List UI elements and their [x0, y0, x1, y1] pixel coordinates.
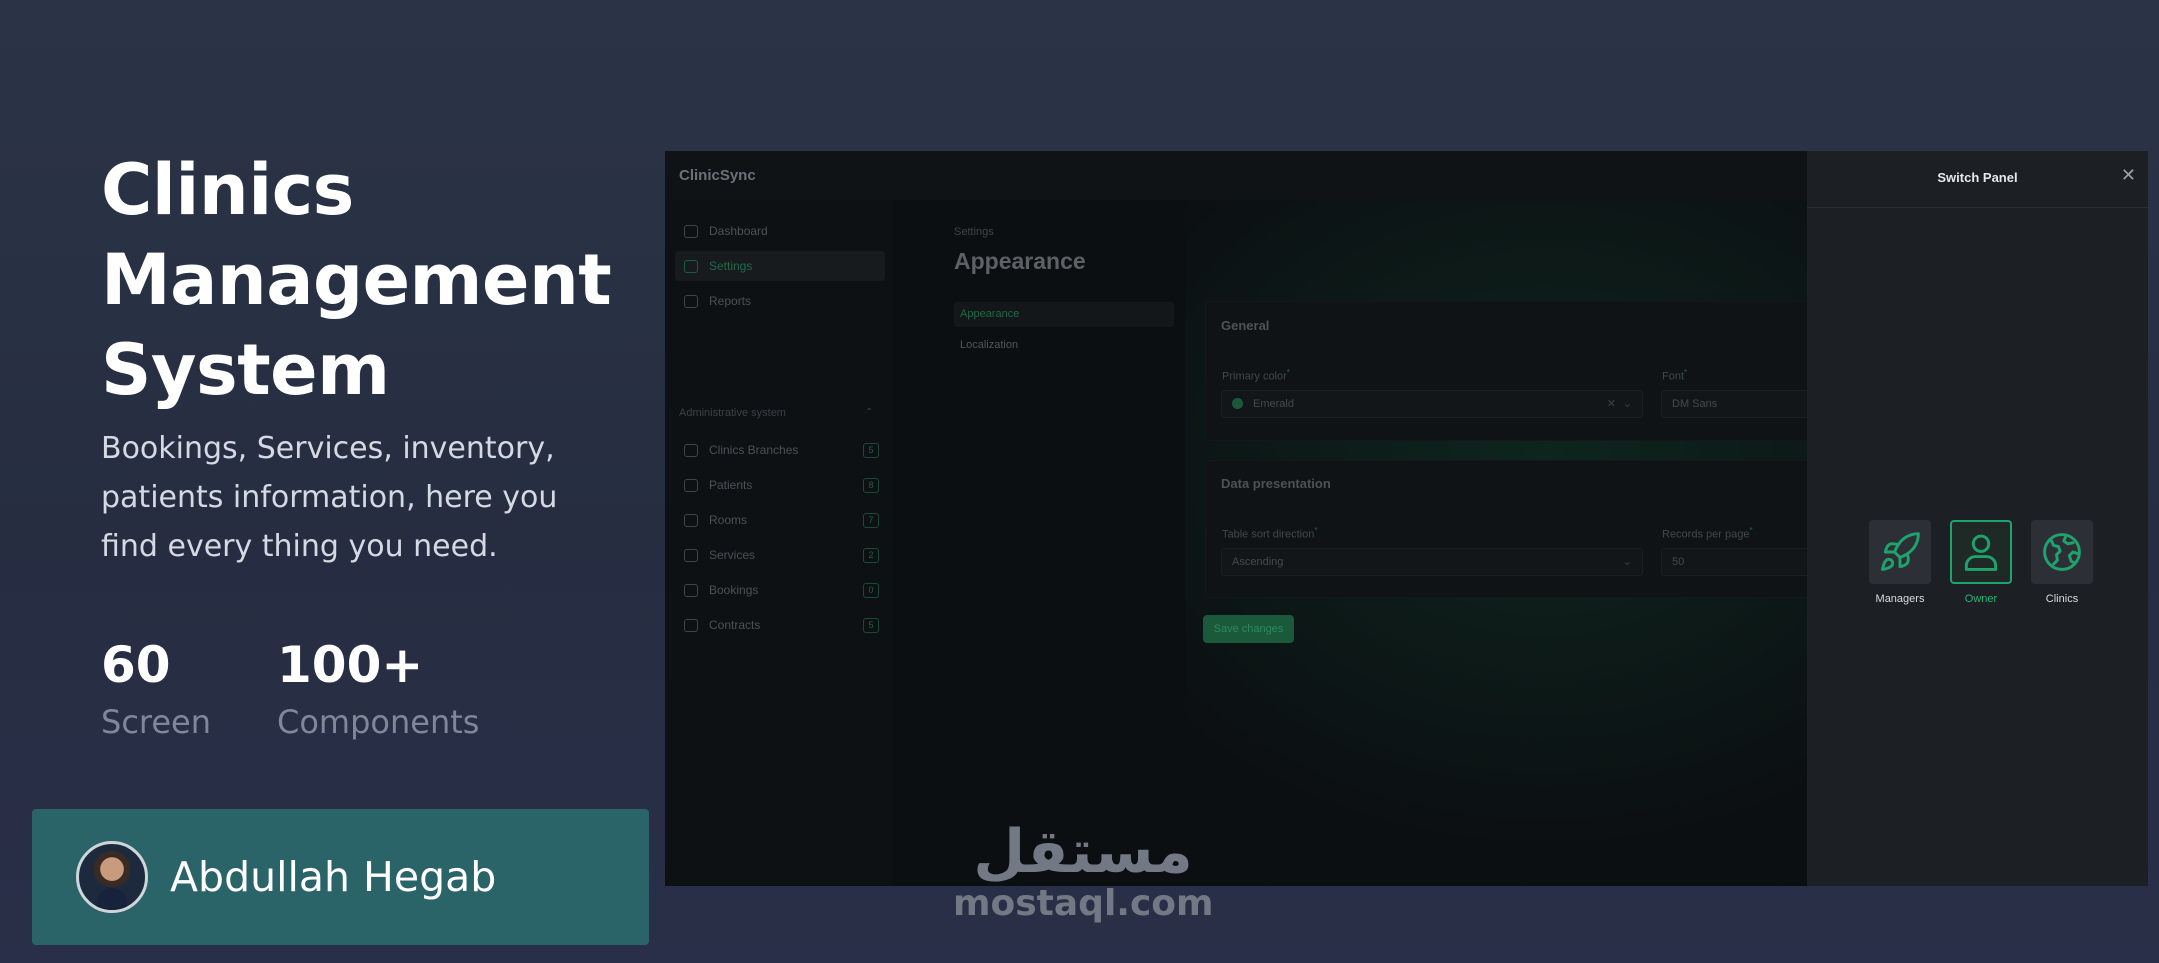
- option-tile[interactable]: [1869, 520, 1931, 584]
- sidebar-item-patients[interactable]: Patients 8: [675, 470, 885, 500]
- primary-color-label: Primary color*: [1222, 368, 1290, 383]
- option-label: Managers: [1875, 593, 1925, 605]
- save-changes-button[interactable]: Save changes: [1203, 615, 1294, 643]
- count-badge: 7: [863, 513, 879, 528]
- panel-option-managers[interactable]: Managers: [1869, 520, 1931, 605]
- sidebar-section-title: Administrative system: [679, 407, 786, 419]
- app-brand: ClinicSync: [679, 167, 756, 184]
- stat-label: Components: [277, 703, 480, 741]
- box-icon: [684, 548, 698, 562]
- user-icon: [1964, 534, 1998, 571]
- building-icon: [684, 443, 698, 457]
- document-icon: [684, 618, 698, 632]
- page-title: Appearance: [954, 248, 1086, 274]
- count-badge: 8: [863, 478, 879, 493]
- sidebar-item-label: Settings: [709, 259, 753, 273]
- data-presentation-card: Data presentation Table sort direction* …: [1205, 460, 1841, 598]
- sidebar-item-bookings[interactable]: Bookings 0: [675, 575, 885, 605]
- sidebar-item-reports[interactable]: Reports: [675, 286, 885, 316]
- stat-value: 100+: [277, 636, 424, 694]
- promo-title-line-1: Clinics: [101, 149, 354, 231]
- count-badge: 5: [863, 443, 879, 458]
- promo-title: Clinics Management System: [101, 145, 661, 415]
- stat-label: Screen: [101, 703, 212, 741]
- sidebar-item-services[interactable]: Services 2: [675, 540, 885, 570]
- watermark-latin: mostaql.com: [953, 883, 1214, 924]
- sidebar-item-label: Services: [709, 548, 756, 562]
- stat-components: 100+ Components: [277, 636, 479, 744]
- door-icon: [684, 513, 698, 527]
- sidebar-item-rooms[interactable]: Rooms 7: [675, 505, 885, 535]
- sidebar-item-contracts[interactable]: Contracts 5: [675, 610, 885, 640]
- sidebar-item-label: Dashboard: [709, 224, 768, 238]
- chevron-down-icon: ⌄: [1622, 398, 1632, 410]
- chevron-up-icon[interactable]: ⌃: [865, 407, 873, 418]
- user-plus-icon: [684, 478, 698, 492]
- count-badge: 2: [863, 548, 879, 563]
- panel-option-clinics[interactable]: Clinics: [2031, 520, 2093, 605]
- chevron-down-icon: ⌄: [1622, 556, 1632, 568]
- globe-icon: [2043, 533, 2081, 571]
- mostaql-watermark: مستقل mostaql.com: [953, 817, 1214, 924]
- watermark-arabic: مستقل: [973, 817, 1193, 887]
- promo-subtitle: Bookings, Services, inventory, patients …: [101, 431, 558, 564]
- font-label: Font*: [1662, 368, 1688, 383]
- general-card: General Primary color* Emerald ✕ ⌄ Font*…: [1205, 301, 1841, 441]
- sort-direction-value: Ascending: [1232, 556, 1284, 568]
- switch-panel: Switch Panel ✕ Managers Owner Clinics: [1807, 151, 2148, 886]
- grid-icon: [684, 259, 698, 273]
- sidebar-item-settings[interactable]: Settings: [675, 251, 885, 281]
- file-icon: [684, 294, 698, 308]
- sidebar-item-label: Clinics Branches: [709, 443, 799, 457]
- author-name: Abdullah Hegab: [170, 853, 497, 901]
- color-swatch: [1232, 398, 1243, 409]
- app-sidebar: Dashboard Settings Reports Administrativ…: [665, 200, 893, 886]
- close-icon[interactable]: ✕: [2121, 165, 2136, 186]
- clear-icon[interactable]: ✕: [1607, 397, 1616, 410]
- option-tile-selected[interactable]: [1950, 520, 2012, 584]
- sidebar-item-dashboard[interactable]: Dashboard: [675, 216, 885, 246]
- panel-option-owner[interactable]: Owner: [1950, 520, 2012, 605]
- rocket-icon: [1881, 532, 1920, 571]
- sort-direction-label: Table sort direction*: [1222, 526, 1318, 541]
- home-icon: [684, 224, 698, 238]
- count-badge: 5: [863, 618, 879, 633]
- stat-screens: 60 Screen: [101, 636, 211, 744]
- card-title: Data presentation: [1221, 476, 1331, 491]
- panel-title: Switch Panel: [1937, 170, 2018, 185]
- sidebar-item-label: Reports: [709, 294, 752, 308]
- option-label: Clinics: [2045, 593, 2079, 605]
- calendar-icon: [684, 583, 698, 597]
- panel-header: Switch Panel ✕: [1807, 151, 2148, 208]
- records-per-page-label: Records per page*: [1662, 526, 1753, 541]
- avatar: [76, 841, 148, 913]
- sidebar-item-label: Contracts: [709, 618, 761, 632]
- primary-color-select[interactable]: Emerald ✕ ⌄: [1221, 390, 1643, 418]
- promo-title-line-3: System: [101, 329, 390, 411]
- subnav-appearance[interactable]: Appearance: [954, 302, 1174, 327]
- card-title: General: [1221, 318, 1270, 333]
- option-label: Owner: [1964, 593, 1998, 605]
- sidebar-item-label: Rooms: [709, 513, 748, 527]
- sort-direction-select[interactable]: Ascending ⌄: [1221, 548, 1643, 576]
- sidebar-item-label: Bookings: [709, 583, 759, 597]
- breadcrumb[interactable]: Settings: [954, 226, 994, 238]
- count-badge: 0: [863, 583, 879, 598]
- promo-title-line-2: Management: [101, 239, 612, 321]
- sidebar-item-clinics-branches[interactable]: Clinics Branches 5: [675, 435, 885, 465]
- stat-value: 60: [101, 636, 171, 694]
- sidebar-item-label: Patients: [709, 478, 753, 492]
- primary-color-value: Emerald: [1253, 398, 1294, 410]
- option-tile[interactable]: [2031, 520, 2093, 584]
- subnav-localization[interactable]: Localization: [954, 333, 1174, 358]
- author-card: Abdullah Hegab: [32, 809, 649, 945]
